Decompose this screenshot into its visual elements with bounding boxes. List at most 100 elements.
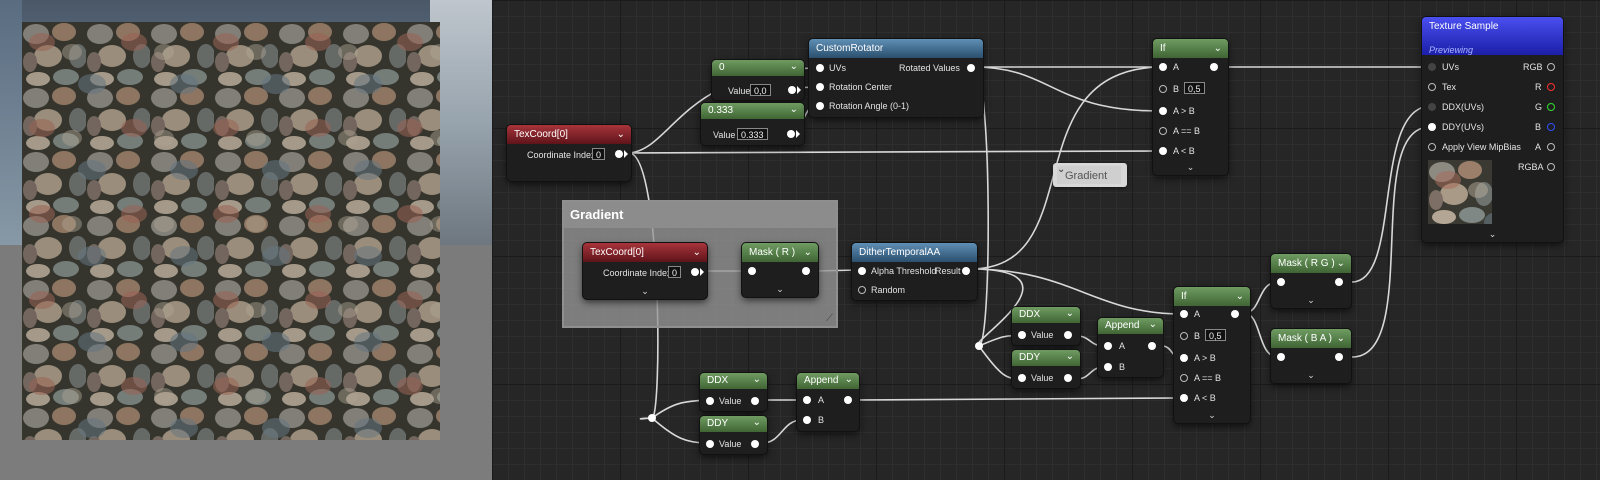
input-pin-ddx[interactable] [1428, 103, 1436, 111]
output-pin[interactable] [1335, 278, 1343, 286]
input-pin-mipbias[interactable] [1428, 143, 1436, 151]
preview-viewport[interactable] [0, 0, 492, 480]
node-graph-canvas[interactable]: TexCoord[0] ⌄ Coordinate Index 0 Gradient… [492, 0, 1600, 480]
value-field[interactable]: 0.333 [737, 128, 768, 140]
chevron-down-icon[interactable]: ⌄ [1337, 254, 1345, 273]
node-ddy-mid[interactable]: DDY ⌄ Value [1012, 350, 1080, 388]
chevron-down-icon[interactable]: ⌄ [804, 243, 812, 262]
chevron-down-icon[interactable]: ⌄ [617, 125, 625, 144]
node-texcoord-top[interactable]: TexCoord[0] ⌄ Coordinate Index 0 [507, 125, 631, 181]
node-mask-ba[interactable]: Mask ( B A ) ⌄ ⌄ [1271, 329, 1351, 383]
node-ddy-bottom[interactable]: DDY ⌄ Value [700, 416, 767, 454]
node-ddx-bottom[interactable]: DDX ⌄ Value [700, 373, 767, 411]
output-pin[interactable] [1231, 310, 1239, 318]
output-pin[interactable] [1335, 353, 1343, 361]
output-pin-a[interactable] [1547, 143, 1555, 151]
node-constant-zero[interactable]: 0 ⌄ Value 0,0 [712, 60, 804, 100]
input-pin-a[interactable] [1180, 310, 1188, 318]
output-pin[interactable] [788, 86, 796, 94]
input-pin-rotation-center[interactable] [816, 83, 824, 91]
chevron-down-icon[interactable]: ⌄ [1187, 162, 1195, 173]
input-pin-a-lt-b[interactable] [1180, 394, 1188, 402]
chevron-down-icon[interactable]: ⌄ [1489, 229, 1497, 240]
resize-grip-icon[interactable]: ⟋ [826, 314, 833, 324]
input-pin-a-eq-b[interactable] [1180, 374, 1188, 382]
output-pin[interactable] [751, 440, 759, 448]
chevron-down-icon[interactable]: ⌄ [753, 373, 761, 387]
node-texture-sample[interactable]: Texture Sample Previewing UVs Tex DDX(UVs… [1422, 17, 1563, 242]
node-custom-rotator[interactable]: CustomRotator UVs Rotation Center Rotati… [809, 39, 983, 117]
chevron-down-icon[interactable]: ⌄ [776, 284, 784, 295]
chevron-down-icon[interactable]: ⌄ [1149, 318, 1157, 332]
output-pin[interactable] [1210, 63, 1218, 71]
input-pin-uvs[interactable] [1428, 63, 1436, 71]
chevron-down-icon[interactable]: ⌄ [1066, 350, 1074, 364]
chevron-down-icon[interactable]: ⌄ [753, 416, 761, 430]
output-pin[interactable] [1148, 342, 1156, 350]
input-pin-a[interactable] [1159, 63, 1167, 71]
node-texcoord-inner[interactable]: TexCoord[0] ⌄ Coordinate Index 0 ⌄ [583, 243, 707, 299]
input-pin-tex[interactable] [1428, 83, 1436, 91]
output-pin[interactable] [615, 150, 623, 158]
b-value-field[interactable]: 0,5 [1205, 329, 1226, 341]
input-pin[interactable] [706, 397, 714, 405]
output-pin[interactable] [844, 396, 852, 404]
input-pin-a-gt-b[interactable] [1159, 107, 1167, 115]
input-pin-rotation-angle[interactable] [816, 102, 824, 110]
chevron-down-icon[interactable]: ⌄ [641, 286, 649, 297]
node-if-top[interactable]: If ⌄ A B 0,5 A > B A == B A < B ⌄ [1153, 39, 1228, 175]
value-field[interactable]: 0,0 [750, 84, 771, 96]
coordinate-index-field[interactable]: 0 [592, 148, 606, 160]
chevron-down-icon[interactable]: ⌄ [1057, 165, 1065, 175]
input-pin[interactable] [748, 267, 756, 275]
input-pin[interactable] [1018, 374, 1026, 382]
output-pin[interactable] [751, 397, 759, 405]
node-mask-r[interactable]: Mask ( R ) ⌄ ⌄ [742, 243, 818, 297]
node-ddx-mid[interactable]: DDX ⌄ Value [1012, 307, 1080, 345]
chevron-down-icon[interactable]: ⌄ [1214, 39, 1222, 58]
comment-bubble[interactable]: Gradient ⌄ [1053, 163, 1127, 187]
input-pin-alpha-threshold[interactable] [858, 267, 866, 275]
input-pin-b[interactable] [1104, 363, 1112, 371]
output-pin-rgba[interactable] [1547, 163, 1555, 171]
output-pin[interactable] [1064, 374, 1072, 382]
input-pin-a[interactable] [803, 396, 811, 404]
chevron-down-icon[interactable]: ⌄ [1236, 287, 1244, 306]
output-pin[interactable] [1064, 331, 1072, 339]
node-dither-temporal-aa[interactable]: DitherTemporalAA Alpha Threshold Random … [852, 243, 977, 300]
coordinate-index-field[interactable]: 0 [668, 266, 682, 278]
input-pin-b[interactable] [1180, 332, 1188, 340]
chevron-down-icon[interactable]: ⌄ [1307, 370, 1315, 381]
chevron-down-icon[interactable]: ⌄ [845, 373, 853, 387]
input-pin[interactable] [1018, 331, 1026, 339]
chevron-down-icon[interactable]: ⌄ [1307, 295, 1315, 306]
node-append-bottom[interactable]: Append ⌄ A B [797, 373, 859, 431]
output-pin[interactable] [787, 130, 795, 138]
input-pin-a-eq-b[interactable] [1159, 127, 1167, 135]
output-pin-rotated-values[interactable] [967, 64, 975, 72]
node-constant-0333[interactable]: 0.333 ⌄ Value 0.333 [701, 103, 804, 145]
node-append-mid[interactable]: Append ⌄ A B [1098, 318, 1163, 377]
input-pin-a-gt-b[interactable] [1180, 354, 1188, 362]
chevron-down-icon[interactable]: ⌄ [1337, 329, 1345, 348]
input-pin-random[interactable] [858, 286, 866, 294]
output-pin-result[interactable] [962, 267, 970, 275]
input-pin-uvs[interactable] [816, 64, 824, 72]
chevron-down-icon[interactable]: ⌄ [790, 60, 798, 74]
node-mask-rg[interactable]: Mask ( R G ) ⌄ ⌄ [1271, 254, 1351, 308]
output-pin[interactable] [802, 267, 810, 275]
input-pin-b[interactable] [1159, 85, 1167, 93]
output-pin-b[interactable] [1547, 123, 1555, 131]
output-pin-r[interactable] [1547, 83, 1555, 91]
input-pin-b[interactable] [803, 416, 811, 424]
b-value-field[interactable]: 0,5 [1184, 82, 1205, 94]
node-if-bottom[interactable]: If ⌄ A B 0,5 A > B A == B A < B ⌄ [1174, 287, 1250, 423]
output-pin[interactable] [691, 268, 699, 276]
output-pin-g[interactable] [1547, 103, 1555, 111]
chevron-down-icon[interactable]: ⌄ [1066, 307, 1074, 321]
chevron-down-icon[interactable]: ⌄ [1208, 410, 1216, 421]
input-pin-ddy[interactable] [1428, 123, 1436, 131]
input-pin-a-lt-b[interactable] [1159, 147, 1167, 155]
input-pin[interactable] [1277, 353, 1285, 361]
input-pin[interactable] [1277, 278, 1285, 286]
